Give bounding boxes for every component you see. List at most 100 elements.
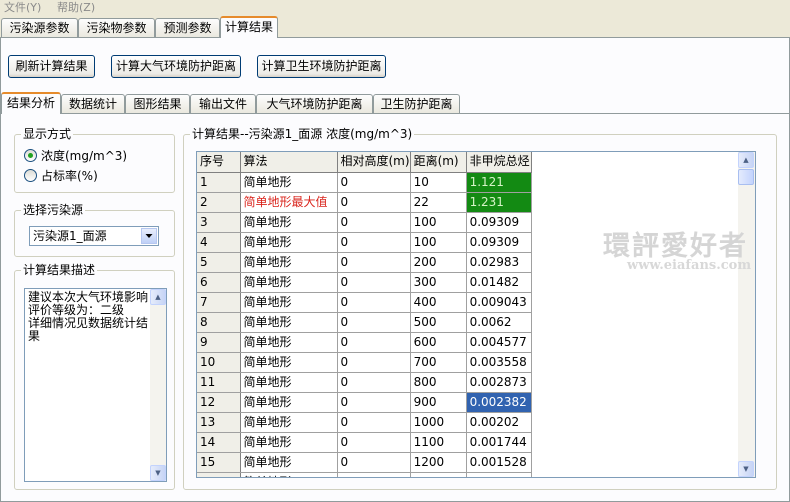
height-cell[interactable]: 0 [337, 172, 411, 193]
nmhc-value-cell[interactable]: 0.09309 [466, 212, 532, 233]
row-number-cell[interactable]: 11 [197, 372, 241, 393]
distance-cell[interactable]: 300 [410, 272, 467, 293]
height-cell[interactable]: 0 [337, 212, 411, 233]
nmhc-value-cell[interactable]: 0.00202 [466, 412, 532, 433]
tab-calc-results[interactable]: 计算结果 [220, 16, 278, 38]
method-cell[interactable]: 简单地形 [240, 392, 338, 413]
scroll-thumb[interactable] [738, 169, 754, 185]
menu-help[interactable]: 帮助(Z) [57, 0, 95, 15]
height-cell[interactable]: 0 [337, 432, 411, 453]
row-number-cell[interactable]: 8 [197, 312, 241, 333]
distance-cell[interactable]: 500 [410, 312, 467, 333]
nmhc-value-cell[interactable]: 0.001744 [466, 432, 532, 453]
height-cell[interactable]: 0 [337, 472, 411, 477]
column-header-no[interactable]: 序号 [197, 152, 241, 173]
height-cell[interactable]: 0 [337, 392, 411, 413]
distance-cell[interactable]: 900 [410, 392, 467, 413]
height-cell[interactable]: 0 [337, 332, 411, 353]
table-row[interactable]: 4 简单地形 0 100 0.09309 [197, 232, 532, 253]
column-header-distance[interactable]: 距离(m) [410, 152, 467, 173]
nmhc-value-cell[interactable]: 0.001528 [466, 452, 532, 473]
table-row[interactable]: 5 简单地形 0 200 0.02983 [197, 252, 532, 273]
distance-cell[interactable]: 800 [410, 372, 467, 393]
scroll-up-icon[interactable]: ▲ [738, 152, 754, 168]
refresh-results-button[interactable]: 刷新计算结果 [8, 55, 95, 78]
calc-health-distance-button[interactable]: 计算卫生环境防护距离 [257, 55, 386, 78]
tab-pollutant-params[interactable]: 污染物参数 [78, 18, 155, 38]
radio-percent[interactable]: 占标率(%) [24, 167, 98, 183]
nmhc-value-cell[interactable]: 0.0062 [466, 312, 532, 333]
row-number-cell[interactable]: 1 [197, 172, 241, 193]
nmhc-value-cell[interactable]: 0.004577 [466, 332, 532, 353]
table-row[interactable]: 13 简单地形 0 1000 0.00202 [197, 412, 532, 433]
method-cell[interactable]: 简单地形 [240, 232, 338, 253]
column-header-height[interactable]: 相对高度(m) [337, 152, 411, 173]
radio-concentration[interactable]: 浓度(mg/m^3) [24, 147, 127, 163]
table-row[interactable]: 8 简单地形 0 500 0.0062 [197, 312, 532, 333]
tab-forecast-params[interactable]: 预测参数 [155, 18, 220, 38]
menu-file[interactable]: 文件(Y) [4, 0, 41, 15]
nmhc-value-cell[interactable]: 0.02983 [466, 252, 532, 273]
distance-cell[interactable]: 1100 [410, 432, 467, 453]
distance-cell[interactable]: 100 [410, 212, 467, 233]
height-cell[interactable]: 0 [337, 412, 411, 433]
nmhc-value-cell[interactable]: 0.002873 [466, 372, 532, 393]
method-cell[interactable]: 简单地形 [240, 212, 338, 233]
scroll-up-icon[interactable]: ▲ [150, 289, 166, 305]
row-number-cell[interactable]: 6 [197, 272, 241, 293]
tab-graphic-results[interactable]: 图形结果 [125, 94, 190, 114]
row-number-cell[interactable]: 9 [197, 332, 241, 353]
method-cell[interactable]: 简单地形 [240, 452, 338, 473]
method-cell[interactable]: 简单地形 [240, 332, 338, 353]
method-cell[interactable]: 简单地形 [240, 432, 338, 453]
distance-cell[interactable]: 700 [410, 352, 467, 373]
table-row[interactable]: 2 简单地形最大值 0 22 1.231 [197, 192, 532, 213]
nmhc-value-cell[interactable]: 0.001355 [466, 472, 532, 477]
nmhc-value-cell[interactable]: 0.003558 [466, 352, 532, 373]
scroll-down-icon[interactable]: ▼ [150, 465, 166, 481]
row-number-cell[interactable]: 2 [197, 192, 241, 213]
nmhc-value-cell[interactable]: 0.002382 [466, 392, 532, 413]
nmhc-value-cell[interactable]: 0.01482 [466, 272, 532, 293]
method-cell[interactable]: 简单地形 [240, 292, 338, 313]
row-number-cell[interactable]: 5 [197, 252, 241, 273]
tab-source-params[interactable]: 污染源参数 [1, 18, 78, 38]
radio-concentration-indicator[interactable] [24, 148, 37, 162]
table-row[interactable]: 14 简单地形 0 1100 0.001744 [197, 432, 532, 453]
results-grid[interactable]: 序号 算法 相对高度(m) 距离(m) 非甲烷总烃 1 简单地形 0 10 1.121 2… [196, 151, 756, 478]
nmhc-value-cell[interactable]: 0.009043 [466, 292, 532, 313]
radio-percent-indicator[interactable] [24, 168, 37, 182]
tab-output-files[interactable]: 输出文件 [190, 94, 256, 114]
method-cell[interactable]: 简单地形 [240, 472, 338, 477]
distance-cell[interactable]: 200 [410, 252, 467, 273]
height-cell[interactable]: 0 [337, 272, 411, 293]
height-cell[interactable]: 0 [337, 452, 411, 473]
row-number-cell[interactable]: 7 [197, 292, 241, 313]
row-number-cell[interactable]: 14 [197, 432, 241, 453]
tab-health-distance[interactable]: 卫生防护距离 [373, 94, 460, 114]
row-number-cell[interactable]: 15 [197, 452, 241, 473]
table-row[interactable]: 9 简单地形 0 600 0.004577 [197, 332, 532, 353]
table-row[interactable]: 7 简单地形 0 400 0.009043 [197, 292, 532, 313]
table-row[interactable]: 12 简单地形 0 900 0.002382 [197, 392, 532, 413]
method-cell[interactable]: 简单地形 [240, 372, 338, 393]
row-number-cell[interactable]: 3 [197, 212, 241, 233]
table-row[interactable]: 3 简单地形 0 100 0.09309 [197, 212, 532, 233]
distance-cell[interactable]: 100 [410, 232, 467, 253]
height-cell[interactable]: 0 [337, 352, 411, 373]
method-cell[interactable]: 简单地形 [240, 272, 338, 293]
chevron-down-icon[interactable] [141, 228, 157, 244]
calc-atmospheric-distance-button[interactable]: 计算大气环境防护距离 [111, 55, 241, 78]
nmhc-value-cell[interactable]: 1.121 [466, 172, 532, 193]
method-cell[interactable]: 简单地形 [240, 352, 338, 373]
table-row[interactable]: 1 简单地形 0 10 1.121 [197, 172, 532, 193]
table-row[interactable]: 16简单地形013000.001355 [197, 472, 532, 477]
distance-cell[interactable]: 1300 [410, 472, 467, 477]
row-number-cell[interactable]: 12 [197, 392, 241, 413]
description-textarea[interactable]: 建议本次大气环境影响评价等级为：二级 详细情况见数据统计结果 ▲ ▼ [24, 288, 167, 482]
table-row[interactable]: 11 简单地形 0 800 0.002873 [197, 372, 532, 393]
row-number-cell[interactable]: 16 [197, 472, 241, 477]
distance-cell[interactable]: 400 [410, 292, 467, 313]
row-number-cell[interactable]: 10 [197, 352, 241, 373]
tab-result-analysis[interactable]: 结果分析 [1, 92, 61, 114]
